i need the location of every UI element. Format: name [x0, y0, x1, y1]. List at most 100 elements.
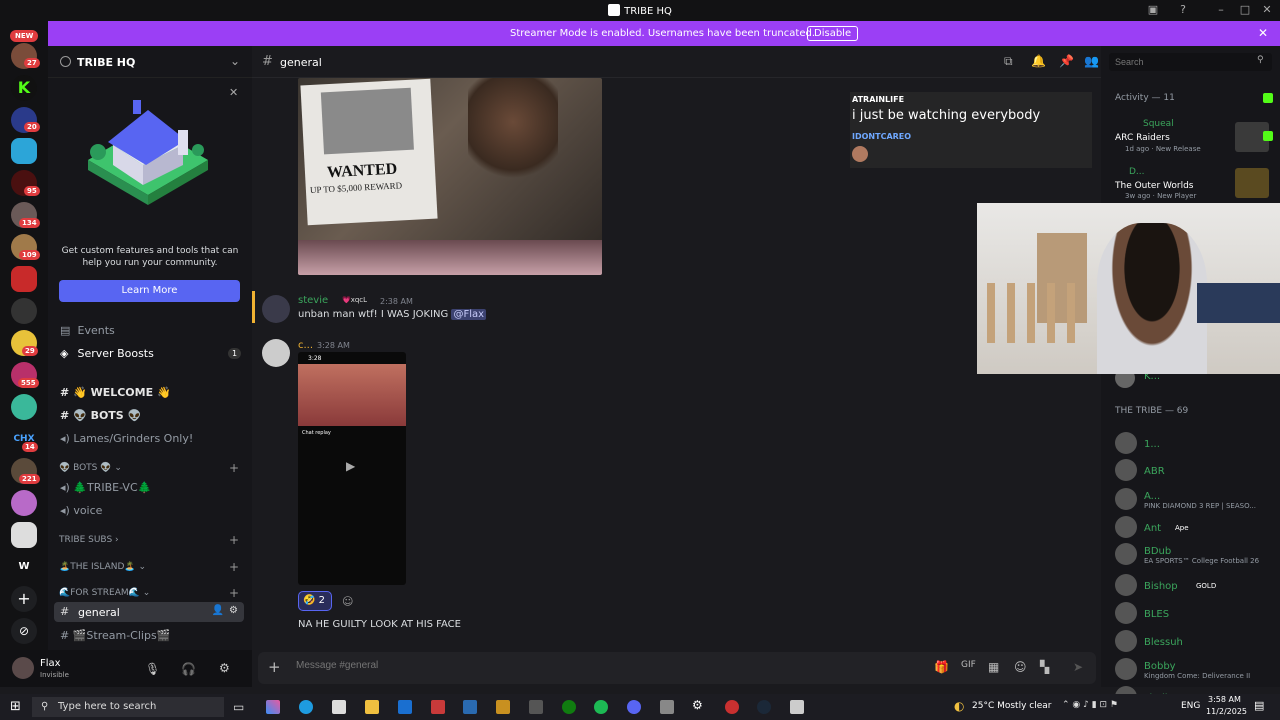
- channel-welcome[interactable]: # 👋 WELCOME 👋: [60, 386, 171, 399]
- steam-icon[interactable]: [757, 700, 771, 714]
- gif-icon[interactable]: GIF: [961, 660, 976, 670]
- avatar[interactable]: [262, 295, 290, 323]
- category-tribe-subs[interactable]: TRIBE SUBS ›: [59, 535, 119, 545]
- voice-channel[interactable]: ◂) voice: [60, 504, 102, 517]
- channel-bots[interactable]: # 👽 BOTS 👽: [60, 409, 141, 422]
- invite-icon[interactable]: 👤: [212, 605, 224, 616]
- emoji-icon[interactable]: ☺: [1014, 660, 1027, 674]
- gift-icon[interactable]: 🎁: [934, 660, 949, 674]
- xbox-icon[interactable]: [562, 700, 576, 714]
- threads-icon[interactable]: ⧉: [1004, 54, 1013, 69]
- pin-icon[interactable]: 📌: [1059, 54, 1074, 68]
- message-input[interactable]: [296, 660, 896, 671]
- store-icon[interactable]: [332, 700, 346, 714]
- member-item[interactable]: 1...: [1115, 432, 1275, 456]
- minimize-button[interactable]: –: [1209, 3, 1233, 16]
- discover-icon[interactable]: ⊘: [11, 618, 37, 644]
- avatar[interactable]: [262, 339, 290, 367]
- server-icon[interactable]: [11, 138, 37, 164]
- mic-icon[interactable]: 🎙: [145, 662, 160, 676]
- avatar[interactable]: [12, 657, 34, 679]
- close-icon[interactable]: ✕: [1258, 26, 1268, 40]
- wanted-image[interactable]: WANTED UP TO $5,000 REWARD: [298, 78, 602, 275]
- server-icon[interactable]: [11, 266, 37, 292]
- server-header[interactable]: TRIBE HQ ⌄: [48, 46, 252, 78]
- member-item[interactable]: Bishop GOLD: [1115, 574, 1275, 598]
- server-icon-kick[interactable]: K: [11, 75, 37, 101]
- settings-icon[interactable]: ⚙: [692, 698, 706, 712]
- play-icon[interactable]: ▶: [346, 459, 355, 473]
- add-attachment-icon[interactable]: +: [268, 658, 281, 676]
- weather-text[interactable]: 25°C Mostly clear: [972, 701, 1051, 711]
- app-icon[interactable]: [431, 700, 445, 714]
- close-window-button[interactable]: ✕: [1255, 3, 1279, 16]
- app-icon[interactable]: [496, 700, 510, 714]
- user-mention[interactable]: @Flax: [451, 309, 487, 320]
- tray-icons[interactable]: ⌃ ◉ ♪ ▮ ⊡ ⚑: [1062, 700, 1118, 710]
- category-for-stream[interactable]: 🌊FOR STREAM🌊 ⌄: [59, 588, 150, 598]
- member-item[interactable]: BLES: [1115, 602, 1275, 626]
- settings-icon[interactable]: ⚙: [219, 661, 230, 675]
- voice-tribe-vc[interactable]: ◂) 🌲TRIBE-VC🌲: [60, 481, 151, 494]
- chevron-down-icon[interactable]: ⌄: [230, 54, 240, 68]
- sticker-icon[interactable]: ▦: [988, 660, 999, 674]
- message-author[interactable]: c...: [298, 340, 313, 351]
- app-icon[interactable]: [725, 700, 739, 714]
- send-icon[interactable]: ➤: [1073, 660, 1083, 674]
- activity-user[interactable]: Squeal: [1143, 119, 1174, 129]
- copilot-icon[interactable]: [266, 700, 280, 714]
- app-icon[interactable]: [660, 700, 674, 714]
- discord-icon[interactable]: [627, 700, 641, 714]
- category-the-island[interactable]: 🏝️THE ISLAND🏝️ ⌄: [59, 562, 146, 572]
- member-item[interactable]: BDub EA SPORTS™ College Football 26: [1115, 543, 1275, 567]
- reaction-button[interactable]: 🤣 2: [298, 591, 332, 611]
- server-icon[interactable]: [11, 522, 37, 548]
- spotify-icon[interactable]: [594, 700, 608, 714]
- members-icon[interactable]: 👥: [1084, 54, 1099, 68]
- add-server-icon[interactable]: +: [11, 586, 37, 612]
- help-icon[interactable]: ?: [1171, 3, 1195, 16]
- game-thumbnail[interactable]: [1235, 168, 1269, 198]
- search-input[interactable]: [1109, 53, 1272, 71]
- app-icon[interactable]: [529, 700, 543, 714]
- add-reaction-icon[interactable]: ☺: [342, 595, 353, 608]
- add-channel-icon[interactable]: +: [229, 461, 239, 475]
- learn-more-button[interactable]: Learn More: [59, 280, 240, 302]
- channel-general-selected[interactable]: # general 👤 ⚙: [54, 602, 244, 622]
- app-icon[interactable]: [790, 700, 804, 714]
- notification-icon[interactable]: ▤: [1254, 699, 1264, 712]
- member-item[interactable]: Bobby Kingdom Come: Deliverance II: [1115, 658, 1275, 682]
- disable-button[interactable]: Disable: [807, 26, 859, 41]
- clock-date[interactable]: 11/2/2025: [1206, 707, 1247, 716]
- server-icon[interactable]: [11, 490, 37, 516]
- close-promo-icon[interactable]: ✕: [229, 86, 238, 99]
- server-boosts-item[interactable]: ◈ Server Boosts: [60, 347, 154, 360]
- member-item[interactable]: A... PINK DIAMOND 3 REP | SEASO...: [1115, 488, 1275, 512]
- app-icon[interactable]: [463, 700, 477, 714]
- gear-icon[interactable]: ⚙: [229, 605, 238, 616]
- member-item[interactable]: ABR: [1115, 459, 1275, 483]
- explorer-icon[interactable]: [365, 700, 379, 714]
- server-icon-w[interactable]: W: [11, 554, 37, 580]
- category-bots[interactable]: 👽 BOTS 👽 ⌄: [59, 463, 122, 473]
- inbox-icon[interactable]: ▣: [1141, 3, 1165, 16]
- activity-user[interactable]: D...: [1129, 167, 1145, 177]
- add-channel-icon[interactable]: +: [229, 586, 239, 600]
- apps-icon[interactable]: ▚: [1040, 660, 1049, 674]
- edge-icon[interactable]: [299, 700, 313, 714]
- video-embed[interactable]: 3:28 Chat replay ▶: [298, 352, 406, 585]
- member-item[interactable]: Blessuh: [1115, 630, 1275, 654]
- headphones-icon[interactable]: 🎧: [181, 662, 196, 676]
- maximize-button[interactable]: □: [1233, 3, 1257, 16]
- language-indicator[interactable]: ENG: [1181, 701, 1200, 711]
- taskbar-search[interactable]: ⚲ Type here to search: [32, 697, 224, 717]
- add-channel-icon[interactable]: +: [229, 560, 239, 574]
- server-icon[interactable]: [11, 298, 37, 324]
- member-item[interactable]: Ant Ape: [1115, 516, 1275, 540]
- events-item[interactable]: ▤ Events: [60, 324, 115, 337]
- bell-icon[interactable]: 🔔: [1031, 54, 1046, 68]
- message-author[interactable]: stevie: [298, 295, 328, 306]
- channel-lames-grinders[interactable]: ◂) Lames/Grinders Only!: [60, 432, 193, 445]
- clock-time[interactable]: 3:58 AM: [1208, 695, 1241, 704]
- channel-stream-clips[interactable]: # 🎬Stream-Clips🎬: [60, 629, 170, 642]
